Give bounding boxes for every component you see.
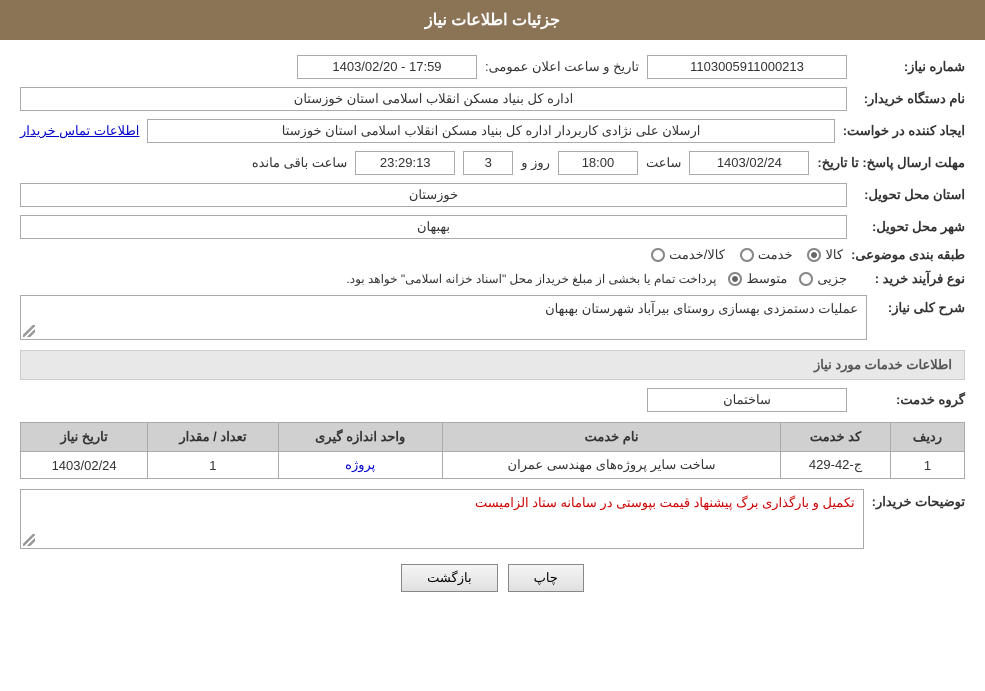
radio-khedmat-label: خدمت	[758, 247, 793, 263]
cell-row-0: 1	[890, 452, 964, 479]
city-value: بهبهان	[20, 215, 847, 239]
radio-kala-khedmat[interactable]: کالا/خدمت	[651, 247, 725, 263]
col-header-code: کد خدمت	[781, 423, 891, 452]
date-label: تاریخ و ساعت اعلان عمومی:	[485, 59, 639, 75]
table-row: 1 ج-42-429 ساخت سایر پروژه‌های مهندسی عم…	[21, 452, 965, 479]
radio-kala-khedmat-label: کالا/خدمت	[669, 247, 725, 263]
back-button[interactable]: بازگشت	[401, 564, 497, 592]
button-group: چاپ بازگشت	[20, 564, 965, 592]
radio-motavasset-label: متوسط	[746, 271, 787, 287]
buyer-name-row: نام دستگاه خریدار: اداره کل بنیاد مسکن ا…	[20, 87, 965, 111]
buyer-name-value: اداره کل بنیاد مسکن انقلاب اسلامی استان …	[20, 87, 847, 111]
radio-kala-label: کالا	[825, 247, 843, 263]
narration-value: عملیات دستمزدی بهسازی روستای بیرآباد شهر…	[545, 301, 858, 316]
cell-date-0: 1403/02/24	[21, 452, 148, 479]
response-time-label: ساعت	[646, 155, 681, 171]
process-description: پرداخت تمام یا بخشی از مبلغ خریداز محل "…	[346, 272, 716, 286]
province-row: استان محل تحویل: خوزستان	[20, 183, 965, 207]
content-area: شماره نیاز: 1103005911000213 تاریخ و ساع…	[0, 40, 985, 622]
city-label: شهر محل تحویل:	[855, 219, 965, 235]
process-options-area: جزیی متوسط پرداخت تمام یا بخشی از مبلغ خ…	[20, 271, 847, 287]
buyer-notes-row: توضیحات خریدار: تکمیل و بارگذاری برگ پیش…	[20, 489, 965, 549]
narration-row: شرح کلی نیاز: عملیات دستمزدی بهسازی روست…	[20, 295, 965, 340]
contact-link[interactable]: اطلاعات تماس خریدار	[20, 123, 139, 139]
radio-jozii-circle	[799, 272, 813, 286]
need-number-row: شماره نیاز: 1103005911000213 تاریخ و ساع…	[20, 55, 965, 79]
radio-kala-khedmat-circle	[651, 248, 665, 262]
resize-handle	[23, 325, 35, 337]
creator-value: ارسلان علی نژادی کاربردار اداره کل بنیاد…	[147, 119, 834, 143]
page-header: جزئیات اطلاعات نیاز	[0, 0, 985, 40]
buyer-notes-label: توضیحات خریدار:	[872, 489, 965, 510]
radio-jozii-label: جزیی	[817, 271, 847, 287]
response-remaining: 23:29:13	[355, 151, 455, 175]
cell-count-0: 1	[148, 452, 278, 479]
radio-khedmat[interactable]: خدمت	[740, 247, 793, 263]
table-header-row: ردیف کد خدمت نام خدمت واحد اندازه گیری ت…	[21, 423, 965, 452]
radio-jozii[interactable]: جزیی	[799, 271, 847, 287]
col-header-row: ردیف	[890, 423, 964, 452]
page-title: جزئیات اطلاعات نیاز	[425, 12, 560, 29]
classification-label: طبقه بندی موضوعی:	[851, 247, 965, 263]
process-row: نوع فرآیند خرید : جزیی متوسط پرداخت تمام…	[20, 271, 965, 287]
response-time: 18:00	[558, 151, 638, 175]
process-option-row1: جزیی متوسط پرداخت تمام یا بخشی از مبلغ خ…	[20, 271, 847, 287]
service-group-row: گروه خدمت: ساختمان	[20, 388, 965, 412]
col-header-date: تاریخ نیاز	[21, 423, 148, 452]
services-table: ردیف کد خدمت نام خدمت واحد اندازه گیری ت…	[20, 422, 965, 479]
col-header-unit: واحد اندازه گیری	[278, 423, 442, 452]
radio-motavasset[interactable]: متوسط	[728, 271, 787, 287]
classification-radio-group: کالا خدمت کالا/خدمت	[20, 247, 843, 263]
cell-code-0: ج-42-429	[781, 452, 891, 479]
creator-row: ایجاد کننده در خواست: ارسلان علی نژادی ک…	[20, 119, 965, 143]
response-remaining-label: ساعت باقی مانده	[252, 155, 347, 171]
buyer-name-label: نام دستگاه خریدار:	[855, 91, 965, 107]
radio-khedmat-circle	[740, 248, 754, 262]
province-value: خوزستان	[20, 183, 847, 207]
service-group-value: ساختمان	[647, 388, 847, 412]
radio-kala[interactable]: کالا	[807, 247, 843, 263]
buyer-notes-box: تکمیل و بارگذاری برگ پیشنهاد قیمت بپوستی…	[20, 489, 864, 549]
narration-label: شرح کلی نیاز:	[875, 295, 965, 316]
province-label: استان محل تحویل:	[855, 187, 965, 203]
need-number-value: 1103005911000213	[647, 55, 847, 79]
response-deadline-label: مهلت ارسال پاسخ: تا تاریخ:	[817, 155, 965, 171]
radio-kala-circle	[807, 248, 821, 262]
need-number-label: شماره نیاز:	[855, 59, 965, 75]
page-wrapper: جزئیات اطلاعات نیاز شماره نیاز: 11030059…	[0, 0, 985, 691]
creator-label: ایجاد کننده در خواست:	[843, 123, 965, 139]
narration-box: عملیات دستمزدی بهسازی روستای بیرآباد شهر…	[20, 295, 867, 340]
classification-row: طبقه بندی موضوعی: کالا خدمت کالا/خدمت	[20, 247, 965, 263]
response-days: 3	[463, 151, 513, 175]
cell-name-0: ساخت سایر پروژه‌های مهندسی عمران	[442, 452, 780, 479]
response-date: 1403/02/24	[689, 151, 809, 175]
date-value: 1403/02/20 - 17:59	[297, 55, 477, 79]
radio-motavasset-circle	[728, 272, 742, 286]
col-header-count: تعداد / مقدار	[148, 423, 278, 452]
print-button[interactable]: چاپ	[508, 564, 584, 592]
response-deadline-row: مهلت ارسال پاسخ: تا تاریخ: 1403/02/24 سا…	[20, 151, 965, 175]
service-group-label: گروه خدمت:	[855, 392, 965, 408]
city-row: شهر محل تحویل: بهبهان	[20, 215, 965, 239]
services-section-title: اطلاعات خدمات مورد نیاز	[20, 350, 965, 380]
response-days-label: روز و	[521, 155, 550, 171]
buyer-notes-resize-handle	[23, 534, 35, 546]
buyer-notes-value: تکمیل و بارگذاری برگ پیشنهاد قیمت بپوستی…	[475, 495, 855, 510]
cell-unit-0: پروژه	[278, 452, 442, 479]
process-label: نوع فرآیند خرید :	[855, 271, 965, 287]
col-header-name: نام خدمت	[442, 423, 780, 452]
